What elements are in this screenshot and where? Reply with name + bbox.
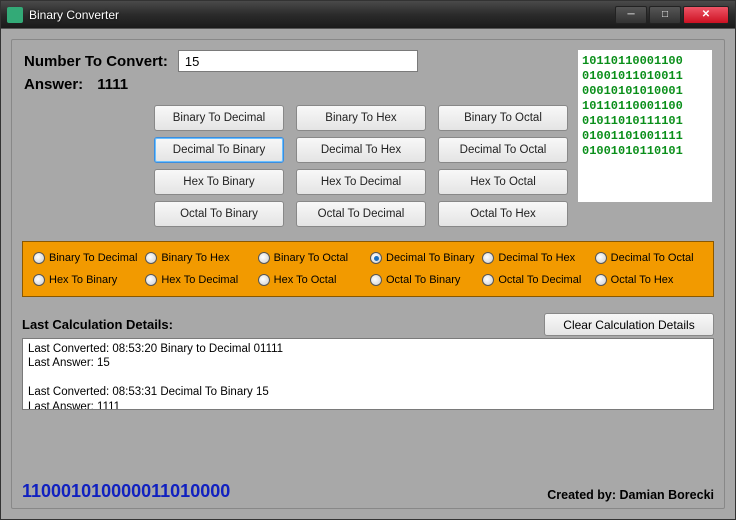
radio-label: Octal To Decimal [498, 274, 581, 286]
decimal-to-octal-button[interactable]: Decimal To Octal [438, 137, 568, 163]
window-title: Binary Converter [29, 8, 119, 22]
app-window: Binary Converter ─ □ ✕ Number To Convert… [0, 0, 736, 520]
radio-label: Hex To Decimal [161, 274, 238, 286]
octal-to-binary-button[interactable]: Octal To Binary [154, 201, 284, 227]
octal-to-decimal-button[interactable]: Octal To Decimal [296, 201, 426, 227]
conversion-button-grid: Binary To Decimal Binary To Hex Binary T… [154, 105, 568, 227]
credit-text: Created by: Damian Borecki [547, 488, 714, 502]
art-line: 01001011010011 [582, 69, 708, 84]
radio-decimal-to-octal[interactable]: Decimal To Octal [595, 252, 703, 264]
decimal-to-hex-button[interactable]: Decimal To Hex [296, 137, 426, 163]
radio-label: Binary To Hex [161, 252, 229, 264]
client-area: Number To Convert: Answer: 1111 Binary T… [1, 29, 735, 519]
maximize-button[interactable]: □ [649, 6, 681, 24]
binary-to-octal-button[interactable]: Binary To Octal [438, 105, 568, 131]
radio-label: Hex To Octal [274, 274, 337, 286]
window-controls: ─ □ ✕ [615, 6, 729, 24]
radio-octal-to-binary[interactable]: Octal To Binary [370, 274, 478, 286]
titlebar: Binary Converter ─ □ ✕ [1, 1, 735, 29]
answer-value: 1111 [97, 76, 128, 93]
radio-octal-to-decimal[interactable]: Octal To Decimal [482, 274, 590, 286]
last-calculation-heading: Last Calculation Details: [22, 317, 173, 332]
radio-label: Decimal To Octal [611, 252, 694, 264]
radio-decimal-to-binary[interactable]: Decimal To Binary [370, 252, 478, 264]
radio-hex-to-decimal[interactable]: Hex To Decimal [145, 274, 253, 286]
radio-hex-to-binary[interactable]: Hex To Binary [33, 274, 141, 286]
radio-binary-to-hex[interactable]: Binary To Hex [145, 252, 253, 264]
number-to-convert-input[interactable] [178, 50, 418, 72]
radio-label: Hex To Binary [49, 274, 117, 286]
radio-panel: Binary To Decimal Binary To Hex Binary T… [22, 241, 714, 297]
answer-label: Answer: [24, 76, 83, 93]
calculation-log[interactable]: Last Converted: 08:53:20 Binary to Decim… [22, 338, 714, 410]
minimize-button[interactable]: ─ [615, 6, 647, 24]
radio-hex-to-octal[interactable]: Hex To Octal [258, 274, 366, 286]
art-line: 01001101001111 [582, 129, 708, 144]
hex-to-binary-button[interactable]: Hex To Binary [154, 169, 284, 195]
radio-label: Binary To Octal [274, 252, 348, 264]
radio-label: Decimal To Hex [498, 252, 575, 264]
radio-label: Binary To Decimal [49, 252, 137, 264]
octal-to-hex-button[interactable]: Octal To Hex [438, 201, 568, 227]
art-line: 10110110001100 [582, 54, 708, 69]
radio-decimal-to-hex[interactable]: Decimal To Hex [482, 252, 590, 264]
clear-details-button[interactable]: Clear Calculation Details [544, 313, 714, 336]
radio-binary-to-octal[interactable]: Binary To Octal [258, 252, 366, 264]
app-icon [7, 7, 23, 23]
close-button[interactable]: ✕ [683, 6, 729, 24]
footer-binary: 110001010000011010000 [22, 481, 230, 502]
hex-to-octal-button[interactable]: Hex To Octal [438, 169, 568, 195]
hex-to-decimal-button[interactable]: Hex To Decimal [296, 169, 426, 195]
main-panel: Number To Convert: Answer: 1111 Binary T… [11, 39, 725, 509]
radio-label: Octal To Binary [386, 274, 460, 286]
art-line: 01011010111101 [582, 114, 708, 129]
decimal-to-binary-button[interactable]: Decimal To Binary [154, 137, 284, 163]
art-line: 10110110001100 [582, 99, 708, 114]
radio-octal-to-hex[interactable]: Octal To Hex [595, 274, 703, 286]
radio-label: Decimal To Binary [386, 252, 474, 264]
radio-binary-to-decimal[interactable]: Binary To Decimal [33, 252, 141, 264]
binary-to-hex-button[interactable]: Binary To Hex [296, 105, 426, 131]
art-line: 01001010110101 [582, 144, 708, 159]
radio-label: Octal To Hex [611, 274, 674, 286]
binary-to-decimal-button[interactable]: Binary To Decimal [154, 105, 284, 131]
art-line: 00010101010001 [582, 84, 708, 99]
binary-art-panel: 10110110001100 01001011010011 0001010101… [578, 50, 712, 202]
number-to-convert-label: Number To Convert: [24, 53, 168, 70]
